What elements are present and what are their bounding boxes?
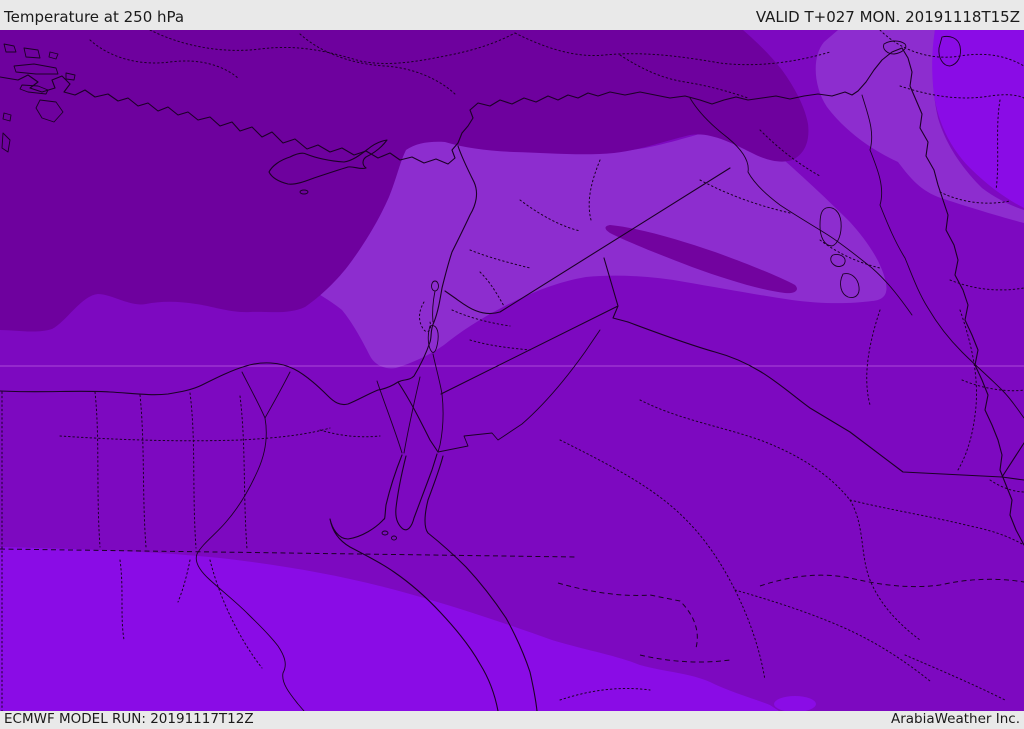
weather-map-screen: Temperature at 250 hPa VALID T+027 MON. …	[0, 0, 1024, 729]
credit-label: ArabiaWeather Inc.	[890, 711, 1020, 727]
map-title: Temperature at 250 hPa	[4, 8, 185, 26]
temperature-shading	[0, 30, 1024, 712]
footer-bar: ECMWF MODEL RUN: 20191117T12Z ArabiaWeat…	[0, 711, 1024, 729]
validity-label: VALID T+027 MON. 20191118T15Z	[755, 8, 1020, 26]
temperature-map	[0, 29, 1024, 712]
header-bar: Temperature at 250 hPa VALID T+027 MON. …	[0, 0, 1024, 30]
model-run-label: ECMWF MODEL RUN: 20191117T12Z	[4, 711, 254, 727]
shade-bright-blob	[774, 696, 816, 712]
